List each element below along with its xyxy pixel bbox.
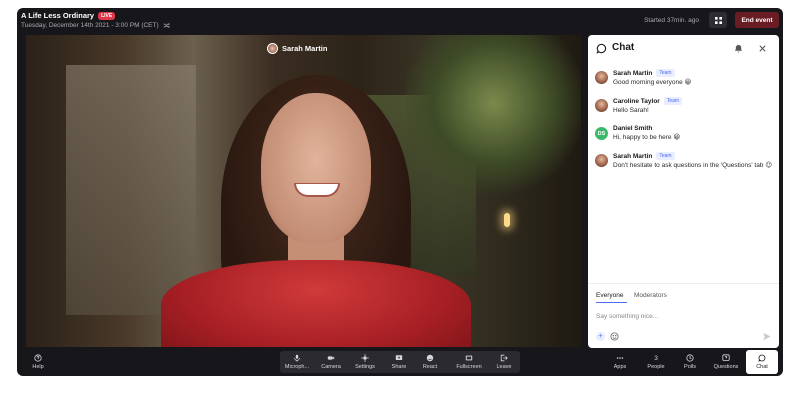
background-lamp xyxy=(504,213,510,227)
message-text: Don't hesitate to ask questions in the '… xyxy=(613,162,773,169)
speaker-body xyxy=(161,260,471,347)
message-text: Hi, happy to be here 😀 xyxy=(613,134,681,141)
chat-title: Chat xyxy=(612,42,635,53)
message-author: Sarah Martin xyxy=(613,152,653,160)
avatar: DS xyxy=(595,127,608,140)
camera-button[interactable]: Camera xyxy=(319,348,343,376)
chat-toggle-button[interactable]: Chat xyxy=(746,350,778,374)
leave-button[interactable]: Leave xyxy=(492,348,516,376)
team-badge: Team xyxy=(663,97,683,105)
leave-label: Leave xyxy=(496,364,512,370)
end-event-button[interactable]: End event xyxy=(735,12,779,28)
avatar xyxy=(595,71,608,84)
chat-bubble-icon xyxy=(758,354,766,362)
settings-button[interactable]: Settings xyxy=(352,348,378,376)
shuffle-icon[interactable] xyxy=(163,22,170,29)
speaker-face xyxy=(261,93,371,243)
avatar xyxy=(595,154,608,167)
bottom-toolbar: Help Microph... Camera Settings Share Re… xyxy=(17,348,783,376)
speaker-smile xyxy=(294,183,340,197)
video-stage[interactable]: Sarah Martin xyxy=(26,35,581,347)
team-badge: Team xyxy=(656,69,675,77)
chat-message: Caroline Taylor Team Hello Sarah! xyxy=(595,97,775,116)
active-tab-indicator xyxy=(596,302,627,303)
chat-label: Chat xyxy=(756,364,768,370)
questions-button[interactable]: Questions xyxy=(711,348,741,376)
message-text: Hello Sarah! xyxy=(613,107,649,114)
polls-icon xyxy=(686,354,694,362)
team-badge: Team xyxy=(656,152,675,160)
microphone-icon xyxy=(294,354,300,362)
share-button[interactable]: Share xyxy=(388,348,410,376)
camera-icon xyxy=(327,356,335,360)
event-title: A Life Less Ordinary xyxy=(21,11,95,20)
chat-message: DS Daniel Smith Hi, happy to be here 😀 xyxy=(595,125,775,143)
fullscreen-button[interactable]: Fullscreen xyxy=(452,348,486,376)
grid-icon xyxy=(714,16,722,24)
subtitle-row: Tuesday, December 14th 2021 - 3:00 PM (C… xyxy=(21,22,170,29)
bell-icon[interactable] xyxy=(734,44,743,53)
close-icon[interactable] xyxy=(758,44,767,53)
chat-input[interactable]: Say something nice... xyxy=(596,313,658,320)
microphone-button[interactable]: Microph... xyxy=(283,348,311,376)
chat-bubble-icon xyxy=(596,43,607,54)
message-text: Good morning everyone 😀 xyxy=(613,79,692,86)
people-count: 3 xyxy=(654,354,658,362)
emoji-icon xyxy=(426,354,434,362)
event-datetime: Tuesday, December 14th 2021 - 3:00 PM (C… xyxy=(21,22,159,29)
chat-tabs: Everyone Moderators xyxy=(588,283,779,303)
gear-icon xyxy=(361,354,369,362)
live-badge: LIVE xyxy=(98,11,116,20)
chat-message: Sarah Martin Team Good morning everyone … xyxy=(595,69,775,88)
avatar xyxy=(595,99,608,112)
started-time: Started 37min. ago xyxy=(644,17,699,24)
people-label: People xyxy=(647,363,665,370)
chat-header: Chat xyxy=(588,35,779,63)
emoji-icon[interactable] xyxy=(610,332,619,341)
leave-icon xyxy=(500,354,508,362)
help-label: Help xyxy=(32,364,44,370)
questions-label: Questions xyxy=(713,364,739,370)
title-row: A Life Less Ordinary LIVE xyxy=(21,11,116,20)
speaker-name: Sarah Martin xyxy=(282,44,328,53)
tab-everyone[interactable]: Everyone xyxy=(596,292,623,299)
speaker-tag: Sarah Martin xyxy=(267,43,327,54)
settings-label: Settings xyxy=(355,364,375,370)
microphone-label: Microph... xyxy=(284,364,310,370)
react-button[interactable]: React xyxy=(419,348,441,376)
apps-label: Apps xyxy=(613,364,627,370)
chat-message: Sarah Martin Team Don't hesitate to ask … xyxy=(595,152,775,171)
message-author: Daniel Smith xyxy=(613,125,653,132)
camera-label: Camera xyxy=(321,364,341,370)
event-app: A Life Less Ordinary LIVE Tuesday, Decem… xyxy=(17,8,783,376)
message-list: Sarah Martin Team Good morning everyone … xyxy=(595,69,775,180)
people-button[interactable]: 3 People xyxy=(644,348,668,376)
help-icon xyxy=(34,354,42,362)
help-button[interactable]: Help xyxy=(27,348,49,376)
layout-button[interactable] xyxy=(709,12,727,28)
question-icon xyxy=(722,354,730,361)
react-label: React xyxy=(422,364,438,370)
more-dots-icon xyxy=(616,357,624,359)
polls-label: Polls xyxy=(684,364,696,370)
apps-button[interactable]: Apps xyxy=(609,348,631,376)
send-icon[interactable] xyxy=(762,332,772,341)
fullscreen-icon xyxy=(465,355,473,361)
chat-panel: Chat Sarah Martin Team Good morning ever… xyxy=(588,35,779,348)
share-screen-icon xyxy=(395,355,403,360)
share-label: Share xyxy=(391,364,407,370)
polls-button[interactable]: Polls xyxy=(679,348,701,376)
tab-moderators[interactable]: Moderators xyxy=(634,292,667,299)
header: A Life Less Ordinary LIVE Tuesday, Decem… xyxy=(17,8,783,34)
background-window xyxy=(66,65,196,315)
background-plants xyxy=(406,35,581,205)
message-author: Sarah Martin xyxy=(613,69,653,77)
message-author: Caroline Taylor xyxy=(613,97,660,105)
fullscreen-label: Fullscreen xyxy=(456,364,482,370)
speaker-avatar xyxy=(267,43,278,54)
add-attachment-button[interactable]: + xyxy=(596,332,605,341)
